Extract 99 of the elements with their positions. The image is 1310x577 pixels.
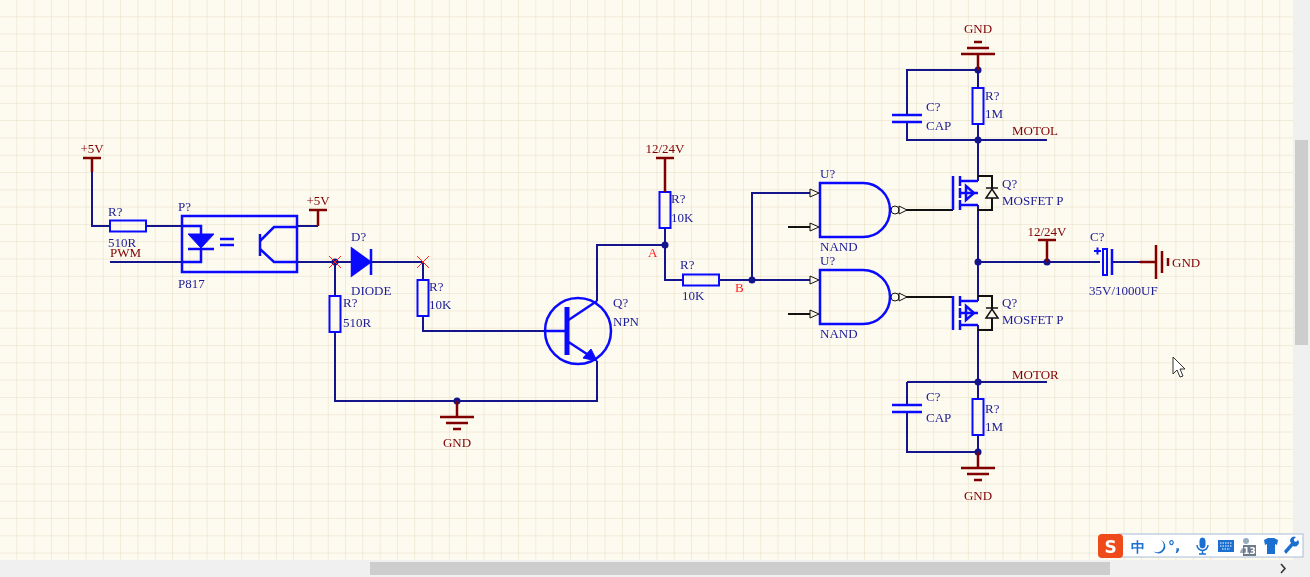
power-port-symbol	[1038, 238, 1056, 262]
value-label: NAND	[820, 239, 858, 254]
power-port-symbol	[309, 208, 327, 226]
cross-marker	[416, 255, 430, 269]
designator-label: Q?	[1002, 176, 1018, 191]
designator-label: C?	[1090, 229, 1105, 244]
t-shirt-icon[interactable]	[1264, 538, 1278, 554]
designator-label: U?	[820, 253, 836, 268]
junction-dot	[453, 397, 461, 405]
capacitor-symbol	[892, 403, 922, 414]
capacitor-symbol	[892, 113, 922, 124]
resistor-symbol	[328, 295, 342, 333]
power-label: +5V	[80, 141, 104, 156]
mosfet-symbol	[951, 295, 1000, 331]
power-port-symbol	[656, 156, 674, 192]
value-label: DIODE	[351, 283, 392, 298]
power-label: GND	[1172, 255, 1201, 270]
scrollbar-thumb[interactable]	[370, 562, 1110, 575]
junction-dot	[974, 66, 982, 74]
mouse-pointer-icon	[1172, 356, 1186, 378]
junction-dot	[974, 448, 982, 456]
designator-label: R?	[429, 279, 444, 294]
ground-symbol	[961, 40, 995, 70]
wire	[1111, 261, 1141, 263]
value-label: 10K	[682, 288, 705, 303]
wire	[145, 225, 183, 227]
diode-symbol	[350, 246, 373, 278]
value-label: 35V/1000UF	[1089, 283, 1158, 298]
input-mode-toggle[interactable]: 中	[1131, 539, 1145, 555]
value-label: NPN	[613, 314, 639, 329]
power-label: GND	[963, 488, 993, 503]
user-icon[interactable]	[1240, 538, 1256, 556]
ground-symbol	[440, 401, 474, 431]
value-label: 510R	[343, 315, 372, 330]
scrollbar-thumb[interactable]	[1295, 140, 1308, 345]
wire	[905, 209, 954, 211]
designator-label: Q?	[1002, 295, 1018, 310]
power-label: GND	[442, 435, 472, 450]
wire	[296, 225, 319, 227]
chevron-right-icon[interactable]	[1280, 563, 1287, 574]
designator-label: R?	[985, 401, 1000, 416]
value-label: 1M	[985, 419, 1004, 434]
power-label: GND	[963, 21, 993, 36]
transistor-symbol	[543, 296, 613, 366]
node-label: A	[648, 245, 658, 260]
value-label: CAP	[926, 118, 952, 133]
value-label: 10K	[671, 210, 694, 225]
wire	[905, 296, 954, 298]
value-label: NAND	[820, 326, 858, 341]
value-label: P817	[178, 276, 205, 291]
power-label: 12/24V	[1027, 224, 1067, 239]
resistor-symbol	[658, 191, 672, 229]
value-label: 10K	[429, 297, 452, 312]
designator-label: C?	[926, 389, 941, 404]
net-label: MOTOR	[1012, 367, 1059, 382]
ime-logo[interactable]	[1098, 534, 1123, 558]
wire	[787, 313, 811, 315]
value-label: MOSFET P	[1002, 193, 1064, 208]
junction-dot	[1043, 258, 1051, 266]
junction-dot	[661, 241, 669, 249]
junction-dot	[748, 276, 756, 284]
value-label: 1M	[985, 106, 1004, 121]
value-label: 510R	[108, 235, 137, 250]
resistor-symbol	[971, 398, 985, 436]
punctuation-toggle[interactable]: °,	[1168, 538, 1181, 554]
power-port-symbol	[83, 156, 101, 172]
designator-label: U?	[820, 166, 836, 181]
designator-label: D?	[351, 229, 367, 244]
designator-label: R?	[671, 191, 686, 206]
resistor-symbol	[109, 219, 147, 233]
resistor-symbol	[971, 87, 985, 125]
power-label: +5V	[306, 193, 330, 208]
designator-label: C?	[926, 99, 941, 114]
resistor-symbol	[682, 273, 720, 287]
value-label: MOSFET P	[1002, 312, 1064, 327]
ground-symbol	[961, 452, 995, 482]
designator-label: R?	[985, 88, 1000, 103]
wrench-icon[interactable]	[1284, 536, 1299, 554]
junction-dot	[974, 378, 982, 386]
microphone-icon[interactable]	[1196, 537, 1209, 555]
junction-dot	[974, 258, 982, 266]
designator-label: R?	[680, 257, 695, 272]
junction-dot	[974, 136, 982, 144]
value-label: CAP	[926, 410, 952, 425]
designator-label: Q?	[613, 295, 629, 310]
resistor-symbol	[416, 279, 430, 317]
net-label: MOTOL	[1012, 123, 1058, 138]
designator-label: R?	[343, 295, 358, 310]
mosfet-symbol	[951, 175, 1000, 211]
ground-symbol	[1140, 245, 1170, 279]
power-label: 12/24V	[645, 141, 685, 156]
node-label: B	[735, 280, 744, 295]
ime-logo-letter: S	[1104, 537, 1117, 557]
designator-label: P?	[178, 199, 191, 214]
designator-label: R?	[108, 204, 123, 219]
user-badge-number: 13	[1243, 546, 1256, 556]
keyboard-icon[interactable]	[1218, 540, 1234, 552]
moon-icon[interactable]	[1153, 540, 1166, 554]
electrolytic-capacitor-symbol	[1093, 246, 1114, 276]
